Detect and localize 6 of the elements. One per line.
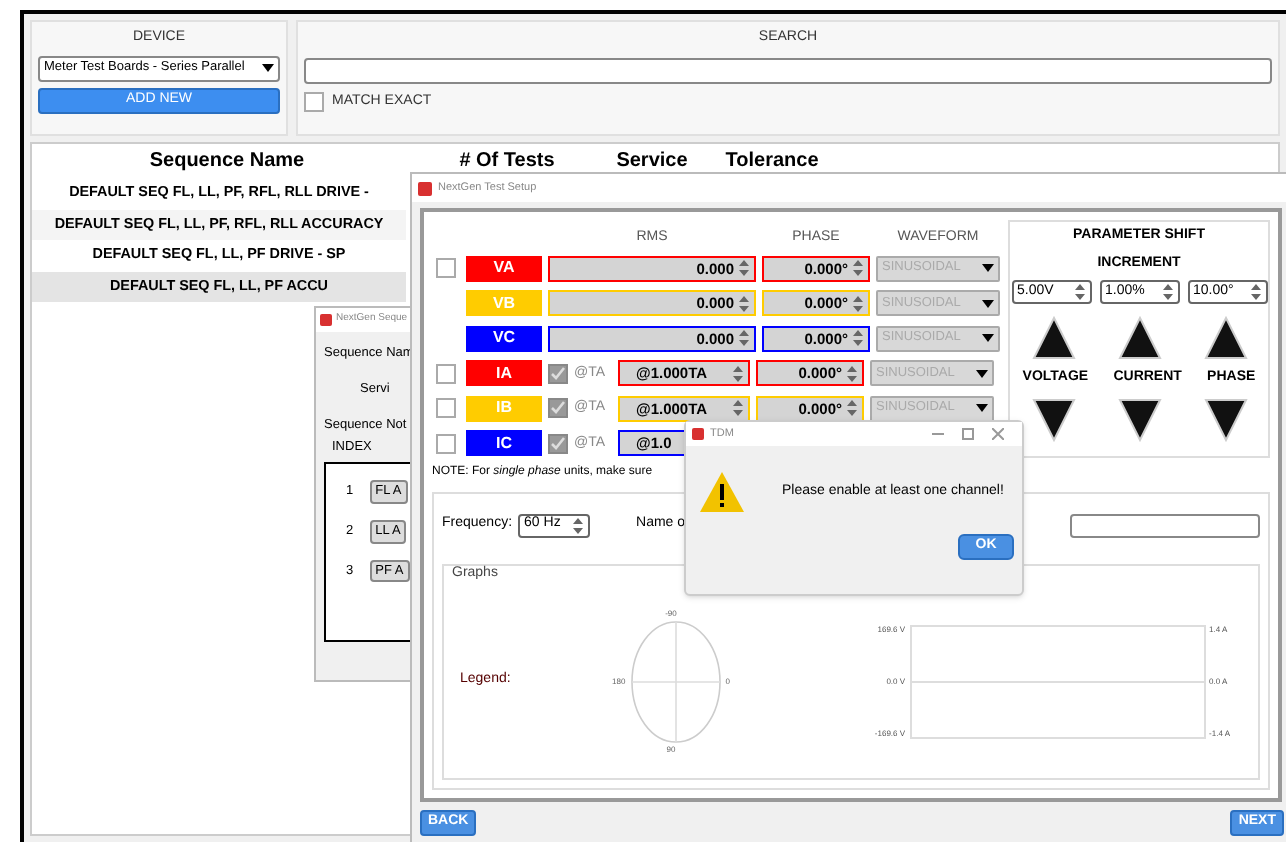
channel-label: IC [466, 430, 542, 457]
channel-label: VB [466, 290, 542, 317]
channel-label: IB [466, 395, 542, 422]
channel-label: VA [466, 255, 542, 282]
channel-label: IA [466, 360, 542, 387]
channel-label: VC [466, 325, 542, 352]
